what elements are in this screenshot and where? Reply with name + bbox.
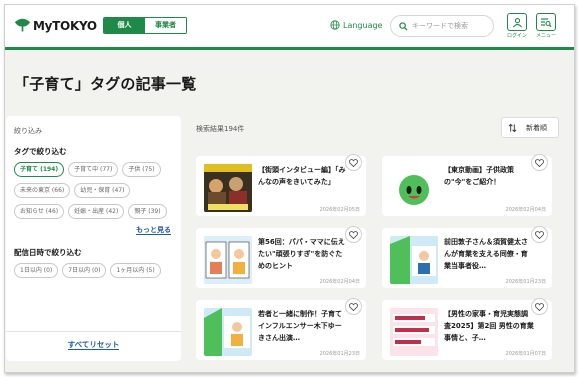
article-title: 第56回：パパ・ママに伝えたい"頑張りすぎ"を防ぐためのヒント <box>258 238 345 270</box>
article-date: 2026年02月04日 <box>319 279 360 285</box>
audience-toggle: 個人 事業者 <box>103 17 187 34</box>
article-thumbnail <box>204 236 252 284</box>
manga-thumbnail-image <box>204 236 252 284</box>
article-thumbnail <box>390 308 438 356</box>
tag-chip[interactable]: 子供 (75) <box>122 162 161 177</box>
tag-chip[interactable]: 親子 (39) <box>128 204 167 219</box>
article-date: 2026年01月23日 <box>505 279 546 285</box>
article-date: 2026年02月05日 <box>319 207 360 213</box>
article-card[interactable]: 【東京動画】子供政策の"今"をご紹介！ 2026年02月04日 <box>382 154 552 216</box>
show-more-link[interactable]: もっと見る <box>14 225 173 235</box>
tag-chip[interactable]: 妊娠・出産 (42) <box>68 204 125 219</box>
date-filter-heading: 配信日時で絞り込む <box>14 248 82 257</box>
menu-search-icon <box>541 17 552 27</box>
favorite-heart-icon[interactable] <box>345 154 362 171</box>
article-card[interactable]: 【街頭インタビュー編】「みんなの声をきいてみた」 2026年02月05日 <box>196 154 366 216</box>
filter-heading: 絞り込み <box>14 127 42 135</box>
menu-label: メニュー <box>535 33 556 39</box>
article-card[interactable]: 【男性の家事・育児実態調査2025】第2回 男性の育業事情と、子… 2026年0… <box>382 298 552 360</box>
article-title: 若者と一緒に制作！子育てインフルエンサー木下ゆーきさん出演… <box>258 310 342 342</box>
ginkgo-logo-icon <box>14 18 31 32</box>
tag-chip[interactable]: 未来の東京 (66) <box>14 183 71 198</box>
favorite-heart-icon[interactable] <box>531 226 548 243</box>
search-icon[interactable] <box>399 21 408 31</box>
search-box <box>390 15 494 37</box>
login-label: ログイン <box>506 33 527 39</box>
language-label: Language <box>343 20 383 30</box>
reset-label: すべてリセット <box>67 340 120 350</box>
reset-all-link[interactable]: すべてリセット <box>6 339 181 350</box>
favorite-heart-icon[interactable] <box>345 226 362 243</box>
article-date: 2026年01月07日 <box>505 351 546 357</box>
favorite-heart-icon[interactable] <box>531 154 548 171</box>
sort-arrows-icon <box>508 123 517 132</box>
article-card[interactable]: 若者と一緒に制作！子育てインフルエンサー木下ゆーきさん出演… 2026年01月2… <box>196 298 366 360</box>
article-title: 【街頭インタビュー編】「みんなの声をきいてみた」 <box>258 166 346 186</box>
tag-chip[interactable]: 幼児・保育 (47) <box>74 183 131 198</box>
globe-icon <box>330 20 340 30</box>
tag-filter-heading: タグで絞り込む <box>14 147 67 156</box>
influencer-banner-thumbnail-image <box>204 308 252 356</box>
favorite-heart-icon[interactable] <box>345 298 362 315</box>
site-logo[interactable]: MyTOKYO <box>14 17 97 34</box>
filter-sidebar: 絞り込み タグで絞り込む 子育て (194) 子育て中 (77) 子供 (75)… <box>6 116 181 361</box>
article-title: 前田敦子さん＆須賀健太さんが育業を支える同僚・育業当事者役… <box>444 238 528 270</box>
sidebar-divider <box>6 331 181 332</box>
tag-chip-list: 子育て (194) 子育て中 (77) 子供 (75) 未来の東京 (66) 幼… <box>14 162 173 225</box>
article-thumbnail <box>204 164 252 212</box>
survey-thumbnail-image <box>390 308 438 356</box>
browser-frame: MyTOKYO 個人 事業者 Language キーワードで検索 ログイン メニ… <box>4 4 575 373</box>
article-date: 2026年02月04日 <box>505 207 546 213</box>
interview-thumbnail-image <box>204 164 252 212</box>
user-icon <box>512 17 522 27</box>
tag-chip[interactable]: 子育て (194) <box>14 162 65 177</box>
article-title: 【男性の家事・育児実態調査2025】第2回 男性の育業事情と、子… <box>444 310 534 342</box>
result-count: 検索結果194件 <box>196 125 245 133</box>
tag-chip[interactable]: お知らせ (46) <box>14 204 65 219</box>
logo-text: MyTOKYO <box>33 18 97 33</box>
show-more-label: もっと見る <box>136 226 171 235</box>
tab-business[interactable]: 事業者 <box>145 18 186 33</box>
page-title: 「子育て」タグの記事一覧 <box>14 75 197 93</box>
tab-individual[interactable]: 個人 <box>104 18 145 33</box>
article-thumbnail <box>390 236 438 284</box>
article-card[interactable]: 第56回：パパ・ママに伝えたい"頑張りすぎ"を防ぐためのヒント 2026年02月… <box>196 226 366 288</box>
login-button[interactable]: ログイン <box>506 13 528 40</box>
article-card[interactable]: 前田敦子さん＆須賀健太さんが育業を支える同僚・育業当事者役… 2026年01月2… <box>382 226 552 288</box>
tag-chip[interactable]: 子育て中 (77) <box>68 162 119 177</box>
date-chip-list: 1日以内 (0) 7日以内 (0) 1ヶ月以内 (5) <box>14 263 173 284</box>
favorite-heart-icon[interactable] <box>531 298 548 315</box>
language-button[interactable]: Language <box>330 20 382 30</box>
article-thumbnail <box>390 164 438 212</box>
mascot-thumbnail-image <box>399 175 429 205</box>
article-thumbnail <box>204 308 252 356</box>
date-chip[interactable]: 7日以内 (0) <box>62 263 107 278</box>
sort-button[interactable]: 新着順 <box>501 117 559 138</box>
article-title: 【東京動画】子供政策の"今"をご紹介！ <box>444 166 514 186</box>
date-chip[interactable]: 1日以内 (0) <box>14 263 59 278</box>
menu-button[interactable]: メニュー <box>535 13 557 40</box>
site-header: MyTOKYO 個人 事業者 Language キーワードで検索 ログイン メニ… <box>5 5 574 47</box>
campaign-banner-thumbnail-image <box>390 236 438 284</box>
date-chip[interactable]: 1ヶ月以内 (5) <box>110 263 161 278</box>
sort-label: 新着順 <box>526 123 547 132</box>
article-date: 2026年01月23日 <box>319 351 360 357</box>
search-input[interactable] <box>412 22 492 30</box>
